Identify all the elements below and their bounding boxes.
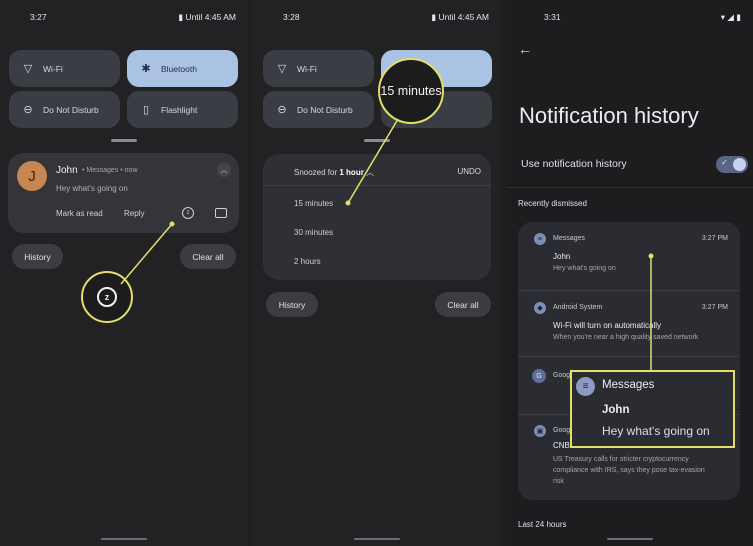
tile-dnd-label: Do Not Disturb	[297, 104, 353, 115]
notification-text: Hey what's going on	[56, 184, 128, 193]
item-text: US Treasury calls for stricter cryptocur…	[553, 456, 705, 485]
item-app: Messages	[553, 235, 585, 242]
status-time: 3:31	[544, 12, 561, 22]
notification-sender: John	[56, 165, 78, 176]
item-app: Android System	[553, 304, 603, 311]
do-not-disturb-icon: ⊖	[23, 104, 33, 116]
tile-bluetooth[interactable]: ✱ Bluetooth	[127, 50, 238, 87]
item-time: 3:27 PM	[701, 235, 728, 242]
divider	[506, 187, 753, 188]
tile-do-not-disturb[interactable]: ⊖ Do Not Disturb	[9, 91, 120, 128]
history-button[interactable]: History	[12, 244, 63, 269]
messages-app-icon: ≡	[576, 377, 595, 396]
reply-button[interactable]: Reply	[124, 209, 144, 218]
tile-flashlight-label: Flashlight	[161, 104, 198, 115]
snooze-alarm-icon: z	[97, 287, 117, 307]
panel-notification-history: 3:31 ▾ ◢ ▮ ← Notification history Use no…	[506, 0, 753, 546]
snooze-15-callout: 15 minutes	[378, 58, 444, 124]
notification-meta: • Messages • now	[82, 167, 138, 174]
expand-icon[interactable]: ︿	[217, 163, 231, 177]
back-arrow-icon[interactable]: ←	[518, 41, 532, 57]
tile-wifi-label: Wi-Fi	[43, 63, 63, 74]
recently-dismissed-heading: Recently dismissed	[518, 199, 587, 208]
status-time: 3:27	[30, 12, 47, 22]
toggle-thumb	[733, 158, 746, 171]
divider	[263, 185, 491, 186]
snooze-header[interactable]: Snoozed for 1 hour ︿	[294, 167, 374, 178]
google-icon: G	[532, 369, 546, 383]
item-time: 3:27 PM	[701, 304, 728, 311]
drag-handle[interactable]	[111, 139, 137, 142]
zoom-title: John	[602, 404, 630, 416]
history-item[interactable]: ◆ Android System 3:27 PM Wi-Fi will turn…	[518, 290, 740, 356]
do-not-disturb-icon: ⊖	[277, 104, 287, 116]
use-history-toggle[interactable]: ✓	[716, 156, 748, 173]
nav-gesture-bar[interactable]	[607, 538, 653, 540]
snooze-option-2h[interactable]: 2 hours	[294, 257, 321, 266]
item-app: Goog	[553, 372, 571, 379]
undo-button[interactable]: UNDO	[457, 167, 481, 176]
news-icon: ▣	[534, 425, 546, 437]
notification-card[interactable]: J John • Messages • now ︿ Hey what's goi…	[8, 153, 239, 233]
tile-wifi[interactable]: ▽ Wi-Fi	[263, 50, 374, 87]
snooze-card: Snoozed for 1 hour ︿ UNDO 15 minutes 30 …	[263, 154, 491, 280]
snooze-icon[interactable]: z	[182, 207, 194, 219]
item-title: John	[553, 252, 571, 261]
nav-gesture-bar[interactable]	[101, 538, 147, 540]
flashlight-icon: ▯	[142, 104, 150, 116]
item-app: Goog	[553, 427, 571, 434]
item-title: CNB	[553, 441, 570, 450]
item-text: When you're near a high quality saved ne…	[553, 334, 699, 341]
android-icon: ◆	[534, 302, 546, 314]
zoom-text: Hey what's going on	[602, 424, 710, 438]
tile-dnd-label: Do Not Disturb	[43, 104, 99, 115]
snooze-callout: z	[81, 271, 133, 323]
check-icon: ✓	[721, 158, 728, 167]
panel-snooze: 3:28 ▮ Until 4:45 AM ▽ Wi-Fi ⊖ Do Not Di…	[253, 0, 501, 546]
status-alarm: ▮ Until 4:45 AM	[431, 12, 489, 22]
history-button[interactable]: History	[266, 292, 318, 317]
status-time: 3:28	[283, 12, 300, 22]
last-24-hours-heading: Last 24 hours	[518, 520, 567, 529]
drag-handle[interactable]	[364, 139, 390, 142]
clear-all-button[interactable]: Clear all	[180, 244, 236, 269]
zoom-app-name: Messages	[602, 379, 655, 391]
use-history-label: Use notification history	[521, 158, 627, 170]
status-icons: ▾ ◢ ▮	[720, 12, 741, 22]
history-list: ≡ Messages 3:27 PM John Hey what's going…	[518, 222, 740, 500]
avatar: J	[17, 161, 47, 191]
clear-all-button[interactable]: Clear all	[435, 292, 491, 317]
wifi-icon: ▽	[277, 63, 287, 75]
status-alarm: ▮ Until 4:45 AM	[178, 12, 236, 22]
tile-wifi[interactable]: ▽ Wi-Fi	[9, 50, 120, 87]
wifi-icon: ▽	[23, 63, 33, 75]
mark-as-read-button[interactable]: Mark as read	[56, 209, 103, 218]
tile-do-not-disturb[interactable]: ⊖ Do Not Disturb	[263, 91, 374, 128]
history-item[interactable]: ≡ Messages 3:27 PM John Hey what's going…	[518, 222, 740, 290]
tile-wifi-label: Wi-Fi	[297, 63, 317, 74]
nav-gesture-bar[interactable]	[354, 538, 400, 540]
messages-app-icon: ≡	[534, 233, 546, 245]
snooze-option-30[interactable]: 30 minutes	[294, 228, 333, 237]
snooze-option-15[interactable]: 15 minutes	[294, 199, 333, 208]
tile-flashlight[interactable]: ▯ Flashlight	[127, 91, 238, 128]
chevron-up-icon: ︿	[366, 168, 375, 177]
tile-bluetooth-label: Bluetooth	[161, 63, 197, 74]
bluetooth-icon: ✱	[141, 63, 151, 75]
panel-quick-settings-notification: 3:27 ▮ Until 4:45 AM ▽ Wi-Fi ✱ Bluetooth…	[0, 0, 248, 546]
item-title: Wi-Fi will turn on automatically	[553, 321, 662, 330]
bubble-icon[interactable]	[215, 208, 227, 218]
page-title: Notification history	[519, 103, 699, 128]
item-text: Hey what's going on	[553, 265, 616, 272]
zoom-callout: ≡ Messages John Hey what's going on	[570, 370, 735, 448]
